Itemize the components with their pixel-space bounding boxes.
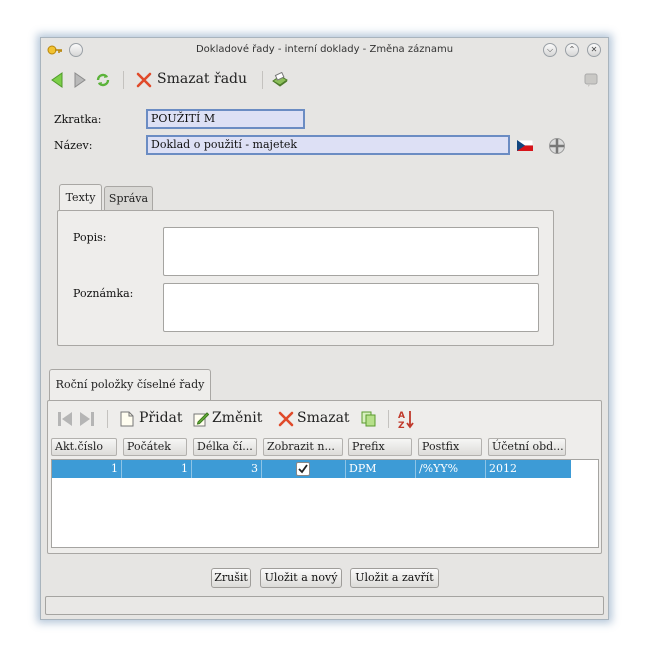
column-header-pocatek[interactable]: Počátek (123, 438, 187, 456)
sort-az-icon[interactable]: AZ (398, 409, 414, 432)
cell-obdobi: 2012 (489, 462, 517, 475)
forward-icon[interactable] (73, 72, 87, 91)
cell-pocatek: 1 (122, 460, 192, 478)
delete-icon (136, 72, 152, 91)
cell-postfix: /%YY% (416, 460, 486, 478)
column-header-ucetni-obdobi[interactable]: Účetní obd... (488, 438, 566, 456)
minimize-icon[interactable]: ⌵ (543, 43, 557, 57)
toolbar-separator (262, 71, 263, 89)
back-icon[interactable] (50, 72, 64, 91)
edit-row-label: Změnit (212, 410, 263, 426)
translations-icon[interactable] (548, 137, 566, 158)
tab-rocni-polozky[interactable]: Roční položky číselné řady (49, 369, 211, 401)
tab-sprava[interactable]: Správa (104, 186, 153, 211)
refresh-icon[interactable] (95, 72, 111, 91)
close-icon[interactable]: ✕ (587, 43, 601, 57)
toolbar-separator (388, 410, 389, 428)
zkratka-label: Zkratka: (54, 113, 102, 126)
column-header-prefix[interactable]: Prefix (348, 438, 412, 456)
nazev-label: Název: (54, 139, 93, 152)
cell-akt-cislo: 1 (52, 460, 122, 478)
poznamka-label: Poznámka: (73, 287, 134, 300)
status-bar (45, 596, 604, 615)
help-icon[interactable] (584, 73, 598, 90)
checkbox[interactable] (296, 462, 310, 476)
cell-prefix: DPM (346, 460, 416, 478)
cancel-button[interactable]: Zrušit (211, 568, 251, 588)
save-new-button[interactable]: Uložit a nový (260, 568, 342, 588)
window-title: Dokladové řady - interní doklady - Změna… (195, 44, 454, 55)
maximize-icon[interactable]: ⌃ (565, 43, 579, 57)
title-bar[interactable]: Dokladové řady - interní doklady - Změna… (41, 38, 608, 64)
first-record-icon[interactable] (57, 410, 73, 431)
edit-icon (193, 411, 210, 430)
toolbar-separator (123, 71, 124, 89)
nazev-input[interactable]: Doklad o použití - majetek (146, 135, 510, 155)
last-record-icon[interactable] (79, 410, 95, 431)
cell-zobrazit (262, 460, 346, 478)
edit-row-button[interactable]: Změnit (193, 409, 267, 429)
poznamka-textarea[interactable] (163, 283, 539, 332)
table-row[interactable]: 1 1 3 DPM /%YY% 2012 (52, 460, 571, 478)
column-header-postfix[interactable]: Postfix (418, 438, 482, 456)
popis-label: Popis: (73, 231, 107, 244)
column-header-delka-cisla[interactable]: Délka čí... (193, 438, 257, 456)
column-header-akt-cislo[interactable]: Akt.číslo (51, 438, 117, 456)
delete-series-label: Smazat řadu (157, 71, 248, 87)
delete-row-label: Smazat (297, 410, 350, 426)
check-icon (298, 464, 308, 474)
czech-flag-icon[interactable] (516, 139, 534, 154)
add-row-button[interactable]: Přidat (120, 409, 188, 429)
table-body[interactable]: 1 1 3 DPM /%YY% 2012 (51, 459, 599, 548)
add-row-label: Přidat (139, 410, 183, 426)
delete-icon (278, 411, 294, 430)
dialog-window: Dokladové řady - interní doklady - Změna… (40, 37, 609, 620)
tab-texty[interactable]: Texty (59, 184, 102, 211)
svg-text:Z: Z (398, 421, 405, 429)
texty-panel: Popis: Poznámka: (57, 210, 554, 346)
print-icon[interactable] (271, 71, 289, 91)
delete-row-button[interactable]: Smazat (278, 409, 354, 429)
toolbar-separator (107, 410, 108, 428)
copy-icon[interactable] (361, 411, 377, 430)
new-document-icon (120, 411, 134, 430)
column-header-zobrazit[interactable]: Zobrazit n... (263, 438, 343, 456)
rocni-polozky-panel: Přidat Změnit Smazat AZ Akt.číslo Počáte… (47, 400, 602, 554)
popis-textarea[interactable] (163, 227, 539, 276)
zkratka-input[interactable]: POUŽITÍ M (146, 109, 305, 129)
cell-delka: 3 (192, 460, 262, 478)
svg-text:A: A (398, 411, 405, 421)
save-close-button[interactable]: Uložit a zavřít (350, 568, 439, 588)
